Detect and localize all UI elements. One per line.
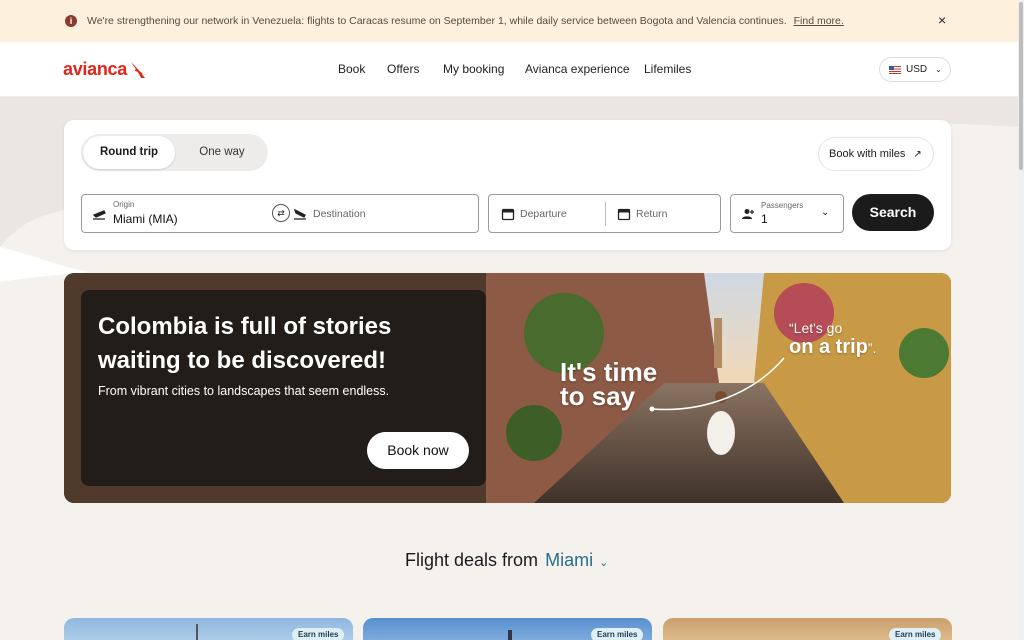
tower-silhouette [196, 624, 198, 640]
hero-subtitle: From vibrant cities to landscapes that s… [98, 384, 390, 398]
passengers-field[interactable]: Passengers 1 ⌄ [730, 194, 844, 233]
date-divider [605, 202, 606, 226]
tagline-right-line-2: on a trip”. [789, 336, 876, 359]
book-now-button[interactable]: Book now [367, 432, 469, 469]
book-with-miles-button[interactable]: Book with miles ↗ [818, 137, 934, 171]
destination-input[interactable]: Destination [313, 208, 366, 220]
takeoff-icon [92, 210, 106, 220]
departure-input[interactable]: Departure [520, 208, 567, 220]
hero-tagline-left: It's time to say [560, 359, 657, 411]
currency-selector[interactable]: USD ⌄ [879, 57, 951, 82]
page-scrollbar[interactable] [1018, 0, 1024, 640]
hero-title: Colombia is full of stories waiting to b… [98, 313, 392, 374]
passengers-label: Passengers [761, 201, 804, 210]
nav-lifemiles[interactable]: Lifemiles [644, 62, 691, 76]
deal-card[interactable]: Earn miles [363, 618, 652, 640]
find-more-link[interactable]: Find more. [794, 15, 844, 27]
swap-icon[interactable]: ⇄ [272, 204, 290, 222]
tagline-right-end: ”. [867, 340, 877, 356]
nav-my-booking[interactable]: My booking [443, 62, 504, 76]
nav-avianca-experience[interactable]: Avianca experience [525, 62, 630, 76]
tagline-line-2: to say [560, 381, 636, 411]
origin-destination-field: Origin Miami (MIA) ⇄ Destination [81, 194, 479, 233]
logo-bird-icon [130, 61, 145, 78]
nav-book[interactable]: Book [338, 62, 365, 76]
return-input[interactable]: Return [636, 208, 668, 220]
earn-miles-badge: Earn miles [591, 628, 644, 640]
deals-title-prefix: Flight deals from [405, 550, 539, 570]
deal-card[interactable]: Earn miles [663, 618, 952, 640]
alert-banner: i We're strengthening our network in Ven… [0, 0, 1018, 42]
earn-miles-badge: Earn miles [292, 628, 345, 640]
calendar-icon [617, 208, 631, 221]
tagline-right-line-1: “Let's go [789, 320, 843, 336]
alert-message: We're strengthening our network in Venez… [87, 15, 844, 27]
building-silhouette [508, 630, 512, 640]
round-trip-option[interactable]: Round trip [83, 136, 175, 169]
trip-type-toggle: Round trip One way [81, 134, 268, 171]
external-link-icon: ↗ [913, 148, 922, 160]
nav-offers[interactable]: Offers [387, 62, 419, 76]
tagline-right-main: on a trip [789, 336, 868, 358]
deals-city-selector[interactable]: Miami [545, 550, 593, 570]
hero-text-panel: Colombia is full of stories waiting to b… [81, 290, 486, 486]
passengers-count: 1 [761, 212, 768, 226]
flight-search-card: Round trip One way Book with miles ↗ Ori… [64, 120, 951, 250]
chevron-down-icon: ⌄ [821, 207, 830, 218]
avianca-logo[interactable]: avianca [63, 59, 147, 80]
currency-label: USD [906, 64, 928, 75]
earn-miles-badge: Earn miles [889, 628, 942, 640]
one-way-option[interactable]: One way [181, 136, 263, 169]
calendar-icon [501, 208, 515, 221]
logo-text: avianca [63, 59, 127, 79]
site-header: avianca Book Offers My booking Avianca e… [0, 42, 1018, 97]
hero-banner: Colombia is full of stories waiting to b… [64, 273, 951, 503]
book-with-miles-label: Book with miles [829, 148, 906, 160]
alert-text: We're strengthening our network in Venez… [87, 15, 787, 27]
search-button[interactable]: Search [852, 194, 934, 231]
close-icon[interactable]: × [938, 12, 946, 28]
deal-card[interactable]: Earn miles [64, 618, 353, 640]
chevron-down-icon: ⌄ [935, 65, 942, 74]
dates-field: Departure Return [488, 194, 721, 233]
scrollbar-thumb[interactable] [1019, 2, 1023, 170]
deals-heading: Flight deals from Miami ⌄ [405, 550, 608, 571]
landing-icon [293, 208, 306, 220]
us-flag-icon [889, 65, 901, 74]
origin-input[interactable]: Miami (MIA) [113, 212, 178, 226]
chevron-down-icon[interactable]: ⌄ [599, 557, 608, 569]
add-person-icon [742, 209, 754, 219]
origin-label: Origin [113, 200, 135, 209]
info-icon: i [65, 15, 77, 27]
